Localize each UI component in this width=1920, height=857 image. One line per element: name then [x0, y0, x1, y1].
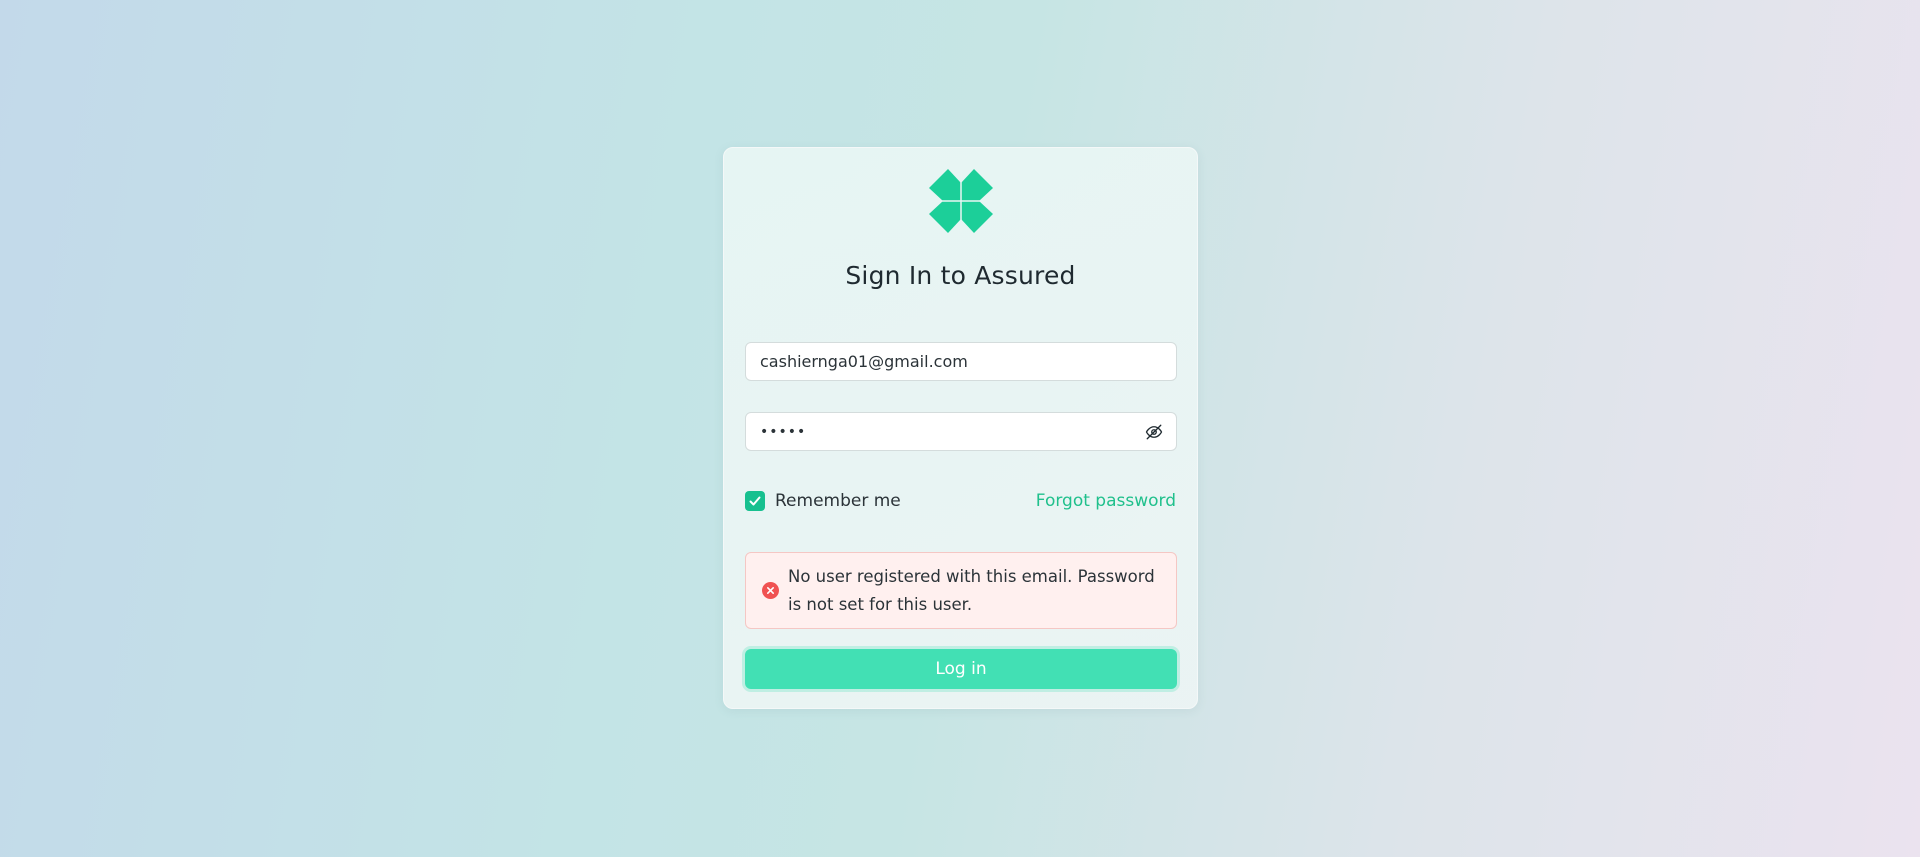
email-input[interactable] — [746, 343, 1140, 380]
login-card: Sign In to Assured Remember me Forgot pa… — [723, 147, 1198, 709]
page-title: Sign In to Assured — [845, 261, 1076, 290]
remember-me-label: Remember me — [775, 491, 901, 511]
eye-slash-icon[interactable] — [1145, 423, 1163, 441]
error-alert: No user registered with this email. Pass… — [745, 552, 1177, 629]
check-icon — [749, 496, 761, 506]
email-field[interactable] — [745, 342, 1177, 381]
remember-me-checkbox[interactable]: Remember me — [745, 491, 901, 511]
checkbox-box[interactable] — [745, 491, 765, 511]
forgot-password-link[interactable]: Forgot password — [1036, 491, 1176, 511]
error-circle-icon — [762, 582, 779, 599]
login-button[interactable]: Log in — [745, 649, 1177, 689]
error-message: No user registered with this email. Pass… — [788, 567, 1155, 614]
assured-logo — [929, 169, 993, 233]
password-input[interactable] — [746, 413, 1140, 450]
password-field[interactable] — [745, 412, 1177, 451]
